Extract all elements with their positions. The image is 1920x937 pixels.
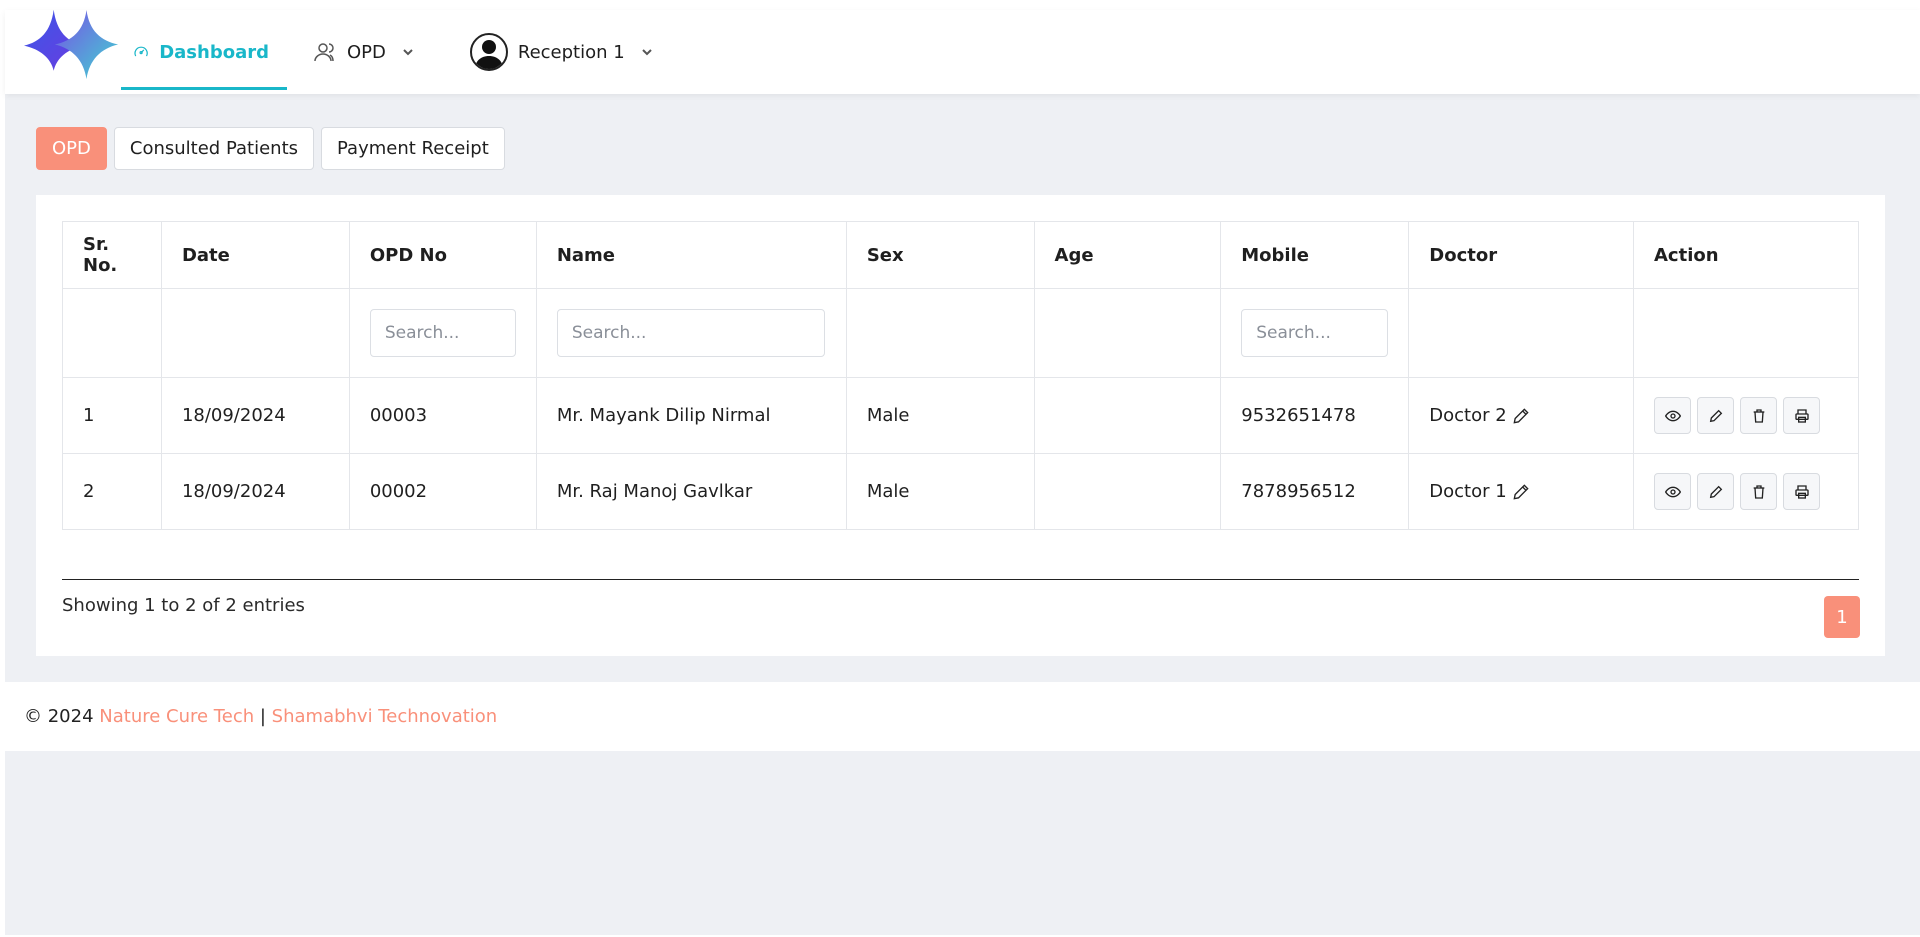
app-frame: Dashboard OPD Reception 1 OPD Consulted … — [5, 10, 1920, 935]
footer: © 2024 Nature Cure Tech | Shamabhvi Tech… — [5, 682, 1920, 751]
row-actions — [1654, 397, 1838, 434]
cell-mobile: 7878956512 — [1220, 453, 1410, 530]
header: Dashboard OPD Reception 1 — [5, 10, 1920, 94]
edit-button[interactable] — [1697, 473, 1734, 510]
cell-age — [1033, 377, 1222, 454]
mobile-search-input[interactable] — [1241, 309, 1389, 357]
nav-dashboard[interactable]: Dashboard — [115, 10, 287, 94]
chevron-down-icon — [642, 49, 652, 56]
cell-doctor: Doctor 1 — [1429, 481, 1507, 502]
tab-bar: OPD Consulted Patients Payment Receipt — [36, 127, 505, 170]
nav-opd[interactable]: OPD — [295, 10, 432, 94]
nav-user-menu[interactable]: Reception 1 — [452, 10, 671, 94]
nav-user-label: Reception 1 — [517, 41, 625, 63]
tab-payment-receipt[interactable]: Payment Receipt — [321, 127, 505, 170]
opd-table-card: Sr. No. Date OPD No Name Sex Age Mobile … — [36, 195, 1885, 656]
col-date[interactable]: Date — [160, 221, 350, 289]
footer-separator: | — [259, 706, 266, 727]
edit-button[interactable] — [1697, 397, 1734, 434]
chevron-down-icon — [403, 49, 413, 56]
cell-opd-no: 00002 — [348, 453, 537, 530]
pencil-icon — [1709, 409, 1722, 422]
trash-icon — [1753, 484, 1764, 499]
nav-opd-label: OPD — [347, 41, 386, 63]
cell-sex: Male — [845, 377, 1035, 454]
main-nav: Dashboard OPD Reception 1 — [115, 10, 671, 94]
trash-icon — [1753, 408, 1764, 423]
users-icon — [314, 43, 334, 62]
filter-row — [62, 288, 1859, 378]
view-button[interactable] — [1654, 397, 1691, 434]
tab-consulted-patients[interactable]: Consulted Patients — [113, 127, 314, 170]
footer-link-nature-cure-tech[interactable]: Nature Cure Tech — [99, 706, 254, 727]
printer-icon — [1794, 408, 1809, 423]
cell-date: 18/09/2024 — [160, 453, 350, 530]
eye-icon — [1664, 486, 1681, 497]
col-action: Action — [1633, 221, 1859, 289]
print-button[interactable] — [1783, 397, 1820, 434]
cell-sex: Male — [845, 453, 1035, 530]
delete-button[interactable] — [1740, 473, 1777, 510]
cell-mobile: 9532651478 — [1220, 377, 1410, 454]
pencil-icon — [1709, 485, 1722, 498]
col-mobile[interactable]: Mobile — [1220, 221, 1410, 289]
cell-opd-no: 00003 — [348, 377, 537, 454]
opd-table: Sr. No. Date OPD No Name Sex Age Mobile … — [62, 221, 1859, 530]
gauge-icon — [134, 46, 148, 57]
delete-button[interactable] — [1740, 397, 1777, 434]
cell-date: 18/09/2024 — [160, 377, 350, 454]
app-logo — [24, 10, 119, 80]
cell-name: Mr. Mayank Dilip Nirmal — [535, 377, 847, 454]
printer-icon — [1794, 484, 1809, 499]
cell-doctor: Doctor 2 — [1429, 405, 1507, 426]
col-doctor[interactable]: Doctor — [1408, 221, 1634, 289]
doctor-cell: Doctor 1 — [1429, 481, 1613, 502]
col-age[interactable]: Age — [1033, 221, 1222, 289]
cell-sr: 1 — [62, 377, 162, 454]
cell-age — [1033, 453, 1222, 530]
col-opd-no[interactable]: OPD No — [348, 221, 537, 289]
edit-doctor-pencil-icon[interactable] — [1511, 406, 1531, 426]
table-row: 1 18/09/2024 00003 Mr. Mayank Dilip Nirm… — [62, 377, 1859, 454]
cell-name: Mr. Raj Manoj Gavlkar — [535, 453, 847, 530]
row-actions — [1654, 473, 1838, 510]
edit-doctor-pencil-icon[interactable] — [1511, 482, 1531, 502]
copyright-text: © 2024 — [24, 706, 94, 727]
tab-opd[interactable]: OPD — [36, 127, 107, 170]
print-button[interactable] — [1783, 473, 1820, 510]
col-name[interactable]: Name — [535, 221, 847, 289]
table-divider — [62, 579, 1859, 580]
eye-icon — [1664, 410, 1681, 421]
doctor-cell: Doctor 2 — [1429, 405, 1613, 426]
cell-sr: 2 — [62, 453, 162, 530]
user-silhouette-icon — [474, 40, 503, 69]
col-sr-no[interactable]: Sr. No. — [62, 221, 162, 289]
name-search-input[interactable] — [556, 309, 825, 357]
opd-no-search-input[interactable] — [369, 309, 516, 357]
view-button[interactable] — [1654, 473, 1691, 510]
col-sex[interactable]: Sex — [845, 221, 1035, 289]
nav-dashboard-label: Dashboard — [159, 41, 269, 63]
page-1-button[interactable]: 1 — [1824, 596, 1860, 638]
avatar — [469, 33, 508, 71]
table-row: 2 18/09/2024 00002 Mr. Raj Manoj Gavlkar… — [62, 453, 1859, 530]
entries-summary: Showing 1 to 2 of 2 entries — [62, 595, 305, 616]
footer-link-shamabhvi[interactable]: Shamabhvi Technovation — [272, 706, 498, 727]
